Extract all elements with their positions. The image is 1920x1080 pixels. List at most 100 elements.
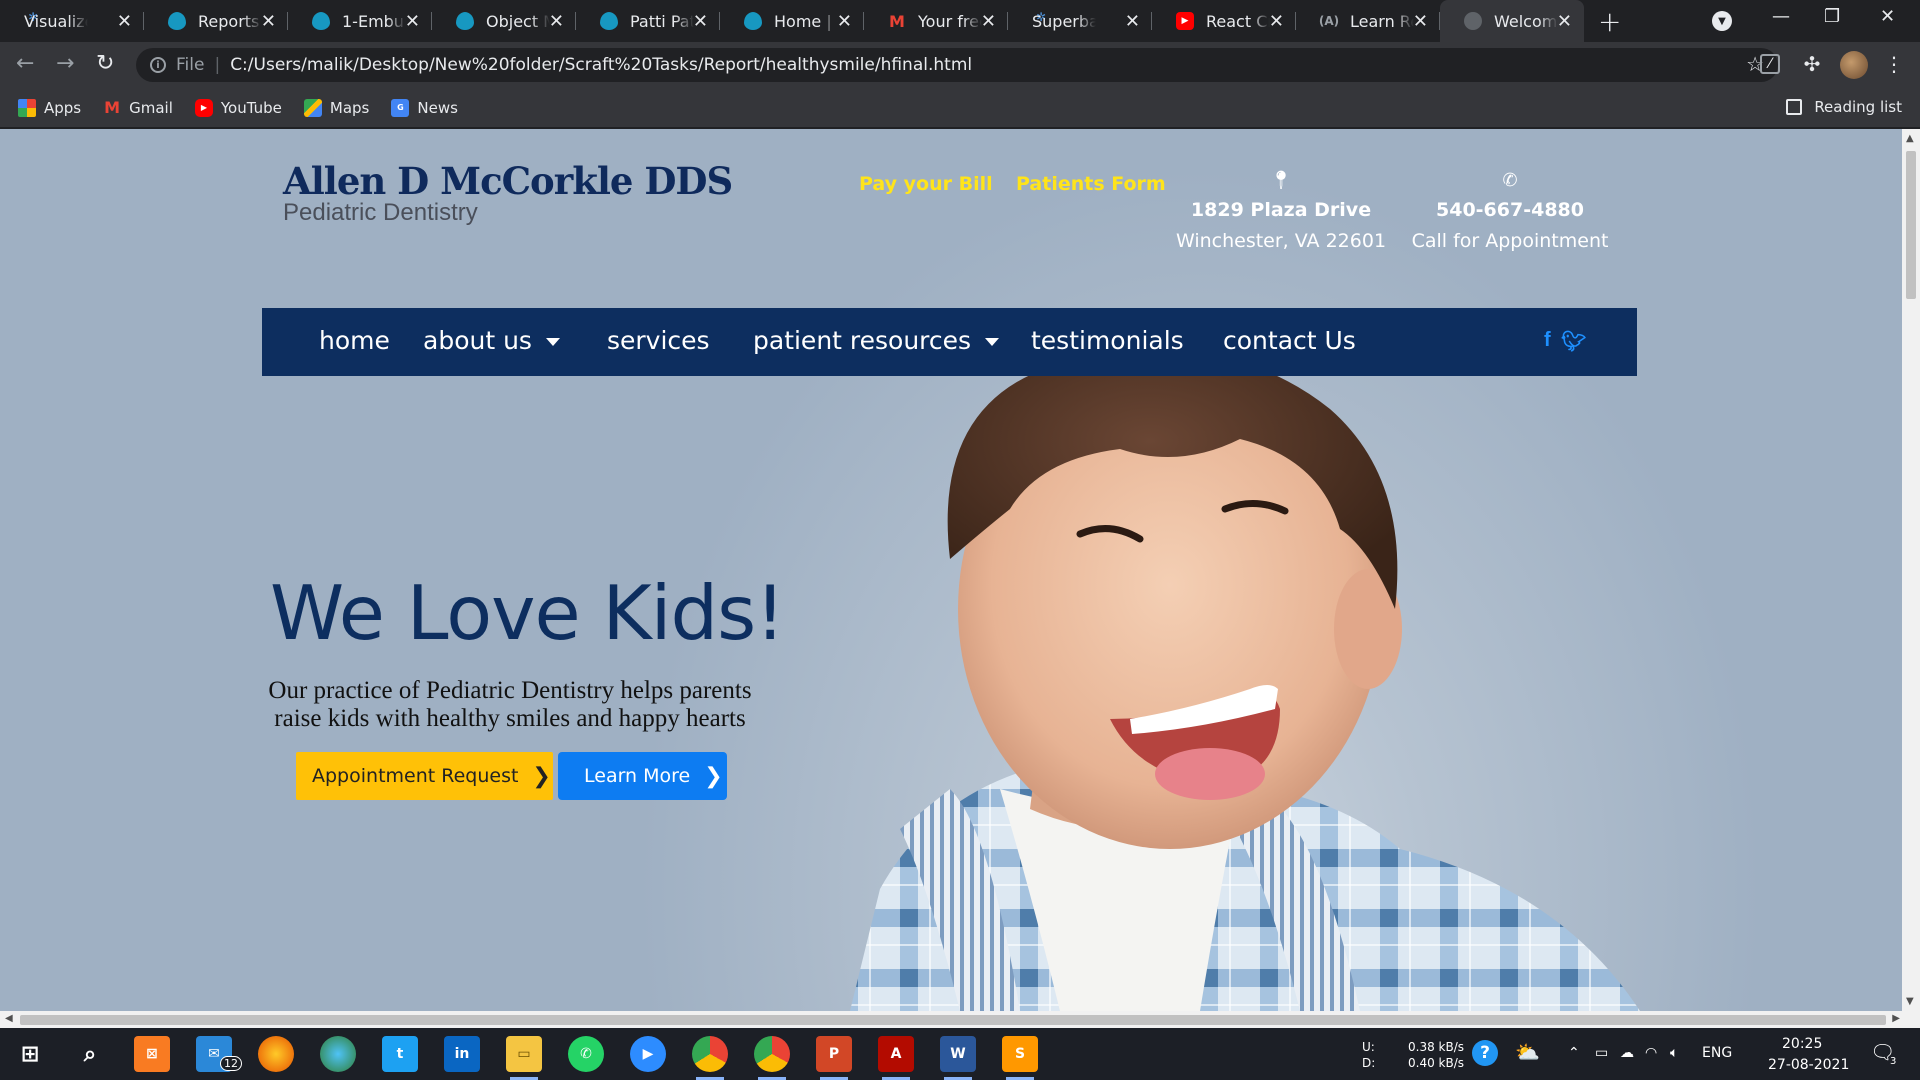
volume-icon[interactable]: 🔈︎ (1670, 1045, 1678, 1061)
vertical-scroll-thumb[interactable] (1906, 151, 1916, 299)
learn-more-button[interactable]: Learn More ❯ (558, 752, 727, 800)
reading-list-button[interactable]: Reading list (1786, 98, 1902, 116)
chevron-up-icon[interactable]: ⌃ (1568, 1045, 1580, 1061)
bookmark-label: Gmail (129, 98, 173, 117)
close-tab-icon[interactable]: ✕ (549, 11, 564, 32)
edge-icon[interactable] (320, 1036, 356, 1072)
file-explorer-icon[interactable]: ▭ (506, 1036, 542, 1080)
facebook-icon[interactable]: f (1544, 329, 1551, 352)
chrome-profile-icon[interactable] (754, 1036, 790, 1080)
reload-icon[interactable]: ↻ (96, 51, 114, 76)
browser-tab[interactable]: Object M ✕ (432, 0, 576, 42)
browser-tab[interactable]: M Your free ✕ (864, 0, 1008, 42)
linkedin-icon[interactable]: in (444, 1036, 480, 1072)
acrobat-icon[interactable]: A (878, 1036, 914, 1080)
language-indicator[interactable]: ENG (1702, 1045, 1732, 1061)
battery-icon[interactable]: ▭ (1595, 1045, 1608, 1061)
mail-badge: 12 (220, 1056, 242, 1071)
close-tab-icon[interactable]: ✕ (693, 11, 708, 32)
browser-tab[interactable]: ▶ React Cra✕ (1152, 0, 1296, 42)
windows-start-icon[interactable]: ⊞ (12, 1036, 48, 1072)
cloud-icon[interactable]: ☁ (1620, 1045, 1634, 1061)
close-tab-icon[interactable]: ✕ (117, 11, 132, 32)
patients-form-link[interactable]: Patients Form (1016, 173, 1166, 195)
horizontal-scroll-thumb[interactable] (20, 1015, 1886, 1025)
scroll-up-arrow-icon[interactable]: ▲ (1906, 133, 1914, 144)
windows-taskbar: ⊞ ⌕ ⊠ ✉ 12 t in ▭ ✆ ▶ P A W S U: D: 0.38… (0, 1028, 1920, 1080)
new-tab-plus-icon[interactable]: + (1598, 5, 1621, 38)
vertical-scrollbar[interactable]: ▲ ▼ (1902, 129, 1920, 1011)
bookmarks-list: Apps M Gmail ▶ YouTube Maps G News (18, 98, 480, 117)
phone-number[interactable]: 540-667-4880 (1390, 195, 1630, 226)
browser-tab[interactable]: 1-Emburs✕ (288, 0, 432, 42)
zoom-icon[interactable]: ▶ (630, 1036, 666, 1072)
bookmark-item[interactable]: M Gmail (103, 98, 173, 117)
bookmark-item[interactable]: ▶ YouTube (194, 98, 282, 117)
nav-about-us[interactable]: about us (423, 326, 560, 355)
firefox-icon[interactable] (258, 1036, 294, 1072)
net-upload-speed: 0.38 kB/s (1408, 1040, 1465, 1054)
browser-tab[interactable]: Patti Pate✕ (576, 0, 720, 42)
close-window-icon[interactable]: ✕ (1880, 6, 1895, 27)
browser-tab[interactable]: Reports |✕ (144, 0, 288, 42)
scroll-right-arrow-icon[interactable]: ▶ (1892, 1013, 1900, 1024)
nav-contact-us[interactable]: contact Us (1223, 326, 1356, 355)
youtube-icon: ▶ (194, 98, 213, 117)
bookmark-item[interactable]: Maps (303, 98, 369, 117)
address-bar[interactable]: i File | C:/Users/malik/Desktop/New%20fo… (136, 48, 1778, 82)
twitter-app-icon[interactable]: t (382, 1036, 418, 1072)
bookmark-item[interactable]: G News (391, 98, 458, 117)
minimize-window-icon[interactable]: — (1772, 6, 1790, 27)
scroll-left-arrow-icon[interactable]: ◀ (5, 1013, 13, 1024)
close-tab-icon[interactable]: ✕ (261, 11, 276, 32)
pay-bill-link[interactable]: Pay your Bill (859, 173, 993, 195)
menu-kebab-icon[interactable]: ⋮ (1882, 52, 1906, 76)
browser-tab[interactable]: (A) Learn Res✕ (1296, 0, 1440, 42)
forward-arrow-icon[interactable]: → (56, 51, 74, 76)
phone-caption: Call for Appointment (1411, 230, 1609, 252)
nav-patient-resources[interactable]: patient resources (753, 326, 1000, 355)
sublime-text-icon[interactable]: S (1002, 1036, 1038, 1080)
appointment-request-button[interactable]: Appointment Request ❯ (296, 752, 553, 800)
scroll-down-arrow-icon[interactable]: ▼ (1906, 996, 1914, 1007)
wifi-icon[interactable]: ◠ (1645, 1045, 1657, 1061)
extensions-puzzle-icon[interactable]: ✣ (1800, 52, 1824, 76)
profile-avatar[interactable] (1840, 51, 1868, 79)
nav-testimonials[interactable]: testimonials (1031, 326, 1184, 355)
acrobat-extension-icon[interactable]: ⁄ (1760, 54, 1780, 74)
search-icon[interactable]: ⌕ (72, 1036, 108, 1072)
salesforce-icon (456, 12, 474, 30)
weather-icon[interactable]: ⛅ (1515, 1040, 1540, 1064)
close-tab-icon[interactable]: ✕ (1269, 11, 1284, 32)
bookmark-item[interactable]: Apps (18, 98, 81, 117)
info-icon[interactable]: i (150, 57, 166, 73)
help-icon[interactable]: ? (1472, 1040, 1498, 1066)
browser-tab[interactable]: ✲ Visualize ✕ (0, 0, 144, 42)
clock-date[interactable]: 27-08-2021 (1768, 1057, 1849, 1073)
browser-tab[interactable]: ✲Superbad✕ (1008, 0, 1152, 42)
chrome-icon[interactable] (692, 1036, 728, 1080)
powerpoint-icon[interactable]: P (816, 1036, 852, 1080)
close-tab-icon[interactable]: ✕ (981, 11, 996, 32)
word-icon[interactable]: W (940, 1036, 976, 1080)
browser-tab[interactable]: Welcome✕ (1440, 0, 1584, 42)
nav-contact-label: contact Us (1223, 326, 1356, 355)
xampp-icon[interactable]: ⊠ (134, 1036, 170, 1072)
back-arrow-icon[interactable]: ← (16, 51, 34, 76)
clock-time[interactable]: 20:25 (1782, 1036, 1822, 1052)
close-tab-icon[interactable]: ✕ (1557, 11, 1572, 32)
twitter-icon[interactable]: 🐦︎ (1561, 329, 1586, 354)
close-tab-icon[interactable]: ✕ (837, 11, 852, 32)
close-tab-icon[interactable]: ✕ (1413, 11, 1428, 32)
nav-home[interactable]: home (319, 326, 390, 355)
close-tab-icon[interactable]: ✕ (405, 11, 420, 32)
restore-window-icon[interactable]: ❐ (1824, 6, 1840, 27)
site-logo[interactable]: Allen D McCorkle DDS Pediatric Dentistry (283, 159, 733, 227)
nav-services[interactable]: services (607, 326, 710, 355)
close-tab-icon[interactable]: ✕ (1125, 11, 1140, 32)
url-text[interactable]: C:/Users/malik/Desktop/New%20folder/Scra… (230, 55, 972, 75)
whatsapp-icon[interactable]: ✆ (568, 1036, 604, 1072)
tab-search-icon[interactable]: ▼ (1712, 11, 1732, 31)
horizontal-scrollbar[interactable]: ◀ ▶ (0, 1011, 1920, 1028)
browser-tab[interactable]: Home | S✕ (720, 0, 864, 42)
